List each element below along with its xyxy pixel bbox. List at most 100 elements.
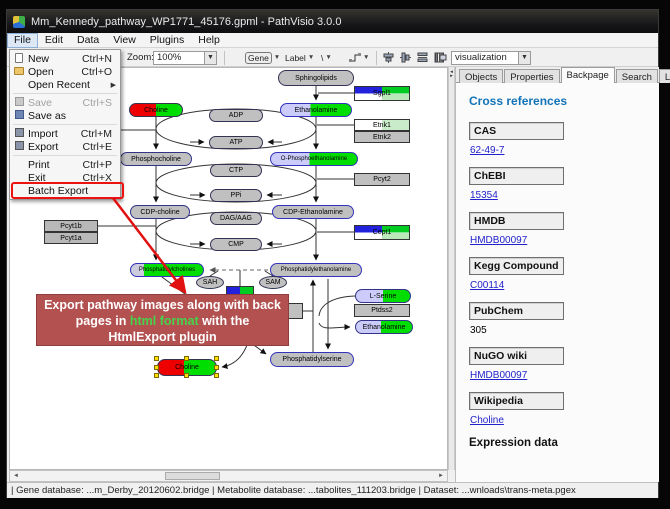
xref-link[interactable]: HMDB00097 (470, 235, 527, 246)
xref-link[interactable]: HMDB00097 (470, 370, 527, 381)
pathway-node-phosphocholine[interactable]: Phosphocholine (120, 152, 192, 166)
xref-source-chebi: ChEBI (469, 167, 564, 185)
app-icon (13, 16, 25, 28)
import-icon (15, 128, 24, 137)
selection-handle[interactable] (154, 356, 159, 361)
chevron-down-icon[interactable]: ▼ (204, 52, 216, 64)
pathway-node-ethanolamine-top[interactable]: Ethanolamine (280, 103, 352, 117)
highlighted-text: html format (130, 314, 199, 328)
menu-separator (13, 124, 117, 125)
menubar-item-help[interactable]: Help (191, 33, 227, 48)
connector-tool[interactable]: ▼ (349, 53, 369, 63)
pathway-node-label: Phosphatidylcholines (139, 267, 195, 273)
tab-properties[interactable]: Properties (504, 69, 559, 83)
tab-objects[interactable]: Objects (459, 69, 503, 83)
line-tool[interactable]: \▼ (321, 53, 332, 63)
pathway-node-etnk1[interactable]: Etnk1 (354, 119, 410, 131)
visualization-combobox[interactable]: visualization ▼ (451, 51, 531, 65)
pathway-node-phosphatidylserine[interactable]: Phosphatidylserine (270, 352, 354, 367)
xref-link[interactable]: Choline (470, 415, 504, 426)
canvas-horizontal-scrollbar[interactable]: ◄ ► (9, 470, 448, 482)
pathway-node-sphingolipids[interactable]: Sphingolipids (278, 70, 354, 86)
align-center-horizontal-icon[interactable] (400, 52, 411, 63)
selection-handle[interactable] (184, 356, 189, 361)
pathway-node-label: Ptdss2 (371, 307, 392, 314)
chevron-down-icon[interactable]: ▼ (518, 52, 530, 64)
title-bar[interactable]: Mm_Kennedy_pathway_WP1771_45176.gpml - P… (7, 10, 658, 33)
menubar-item-data[interactable]: Data (70, 33, 106, 48)
menubar-item-edit[interactable]: Edit (38, 33, 70, 48)
menu-item-batch-export[interactable]: Batch Export (10, 184, 120, 197)
zoom-combobox[interactable]: 100% ▼ (153, 51, 217, 65)
pathway-node-sgpl1[interactable]: Sgpl1 (354, 86, 410, 101)
selection-handle[interactable] (214, 365, 219, 370)
pathway-node-pcyt2[interactable]: Pcyt2 (354, 173, 410, 186)
pathway-node-label: SAM (265, 279, 280, 286)
pathway-node-label: Etnk2 (373, 134, 391, 141)
pathway-node-etnk2[interactable]: Etnk2 (354, 131, 410, 143)
menu-item-new[interactable]: NewCtrl+N (10, 52, 120, 65)
menu-item-save[interactable]: SaveCtrl+S (10, 96, 120, 109)
scroll-right-icon[interactable]: ► (435, 471, 447, 481)
pathway-node-label: Choline (144, 107, 168, 114)
selection-handle[interactable] (154, 373, 159, 378)
panel-splitter[interactable]: ◂▸ (448, 67, 455, 470)
visualization-icon[interactable] (435, 52, 447, 63)
pathway-node-ctp[interactable]: CTP (210, 164, 262, 177)
pathway-node-label: L-Serine (370, 293, 396, 300)
pathway-node-phosphatidylethanolamine[interactable]: Phosphatidylethanolamine (270, 263, 362, 277)
selection-handle[interactable] (184, 373, 189, 378)
menu-item-open-recent[interactable]: Open Recent▶ (10, 78, 120, 91)
backpage-content: Cross references CAS62-49-7ChEBI15354HMD… (456, 84, 659, 482)
align-center-vertical-icon[interactable] (383, 52, 394, 63)
pathway-node-label: O-Phosphoethanolamine (281, 156, 347, 162)
menubar-item-file[interactable]: File (7, 33, 38, 48)
pathway-node-sam[interactable]: SAM (259, 276, 287, 289)
pathway-node-cept1[interactable]: Cept1 (354, 225, 410, 240)
pathway-node-ptdss2[interactable]: Ptdss2 (354, 304, 410, 317)
label-tool[interactable]: Label▼ (285, 53, 314, 63)
menu-item-print[interactable]: PrintCtrl+P (10, 158, 120, 171)
toolbar-separator (224, 51, 225, 65)
menu-item-import[interactable]: ImportCtrl+M (10, 127, 120, 140)
pathway-node-cdp-ethanolamine[interactable]: CDP-Ethanolamine (272, 205, 354, 219)
selection-handle[interactable] (214, 373, 219, 378)
pathway-node-phosphatidylcholines[interactable]: Phosphatidylcholines (130, 263, 204, 277)
gene-datanode-tool[interactable]: Gene▼ (245, 52, 280, 64)
tab-backpage[interactable]: Backpage (561, 67, 615, 83)
menu-item-open[interactable]: OpenCtrl+O (10, 65, 120, 78)
pathway-node-l-serine[interactable]: L-Serine (355, 289, 411, 303)
xref-link[interactable]: 15354 (470, 190, 498, 201)
pathway-node-label: Ethanolamine (295, 107, 338, 114)
menu-item-export[interactable]: ExportCtrl+E (10, 140, 120, 153)
tab-search[interactable]: Search (616, 69, 658, 83)
menu-item-save-as[interactable]: Save as (10, 109, 120, 122)
pathway-node-cmp[interactable]: CMP (210, 238, 262, 251)
scrollbar-thumb[interactable] (165, 472, 220, 480)
menu-item-exit[interactable]: ExitCtrl+X (10, 171, 120, 184)
pathway-node-atp[interactable]: ATP (209, 136, 263, 149)
pathway-node-choline-top[interactable]: Choline (129, 103, 183, 117)
menubar-item-plugins[interactable]: Plugins (143, 33, 191, 48)
scroll-left-icon[interactable]: ◄ (10, 471, 22, 481)
pathway-node-dag-aag[interactable]: DAG/AAG (210, 212, 262, 225)
pathway-node-o-phosphoethanolamine[interactable]: O-Phosphoethanolamine (270, 152, 358, 166)
file-menu: NewCtrl+NOpenCtrl+OOpen Recent▶ SaveCtrl+… (9, 49, 121, 200)
new-document-icon (15, 53, 23, 63)
xref-link[interactable]: 62-49-7 (470, 145, 504, 156)
xref-link[interactable]: C00114 (470, 280, 504, 291)
pathway-node-pcyt1a[interactable]: Pcyt1a (44, 232, 98, 244)
pathway-node-pcyt1b[interactable]: Pcyt1b (44, 220, 98, 232)
selection-handle[interactable] (154, 365, 159, 370)
pathway-node-ppi[interactable]: PPi (210, 189, 262, 202)
pathway-node-cdp-choline[interactable]: CDP-choline (130, 205, 190, 219)
pathway-node-sah[interactable]: SAH (196, 276, 224, 289)
pathway-node-ethanolamine-bottom[interactable]: Ethanolamine (355, 320, 413, 334)
pathway-node-label: Pcyt1a (60, 235, 81, 242)
selection-handle[interactable] (214, 356, 219, 361)
menubar-item-view[interactable]: View (106, 33, 143, 48)
pathway-node-label: Cept1 (373, 229, 392, 236)
tab-legend[interactable]: Legend (659, 69, 670, 83)
pathway-node-adp[interactable]: ADP (209, 109, 263, 122)
distribute-vertical-icon[interactable] (417, 52, 428, 63)
